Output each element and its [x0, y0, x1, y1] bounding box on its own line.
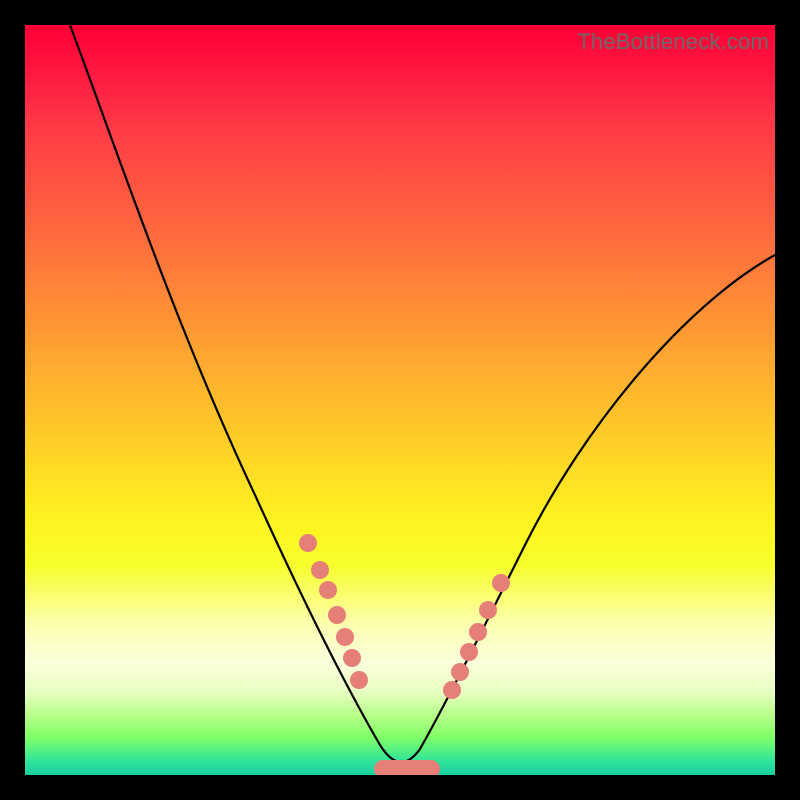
marker-dot: [343, 649, 361, 667]
plot-area: TheBottleneck.com: [25, 25, 775, 775]
marker-dot: [336, 628, 354, 646]
bottleneck-curve-line: [70, 25, 775, 762]
marker-dot: [299, 534, 317, 552]
marker-dot: [311, 561, 329, 579]
bottleneck-chart: [25, 25, 775, 775]
marker-dot: [328, 606, 346, 624]
marker-dot: [451, 663, 469, 681]
marker-dot: [479, 601, 497, 619]
marker-bottom-range: [374, 760, 440, 775]
marker-dot: [460, 643, 478, 661]
marker-dot: [492, 574, 510, 592]
marker-dot: [319, 581, 337, 599]
marker-dot: [350, 671, 368, 689]
marker-dot: [469, 623, 487, 641]
marker-dot: [443, 681, 461, 699]
